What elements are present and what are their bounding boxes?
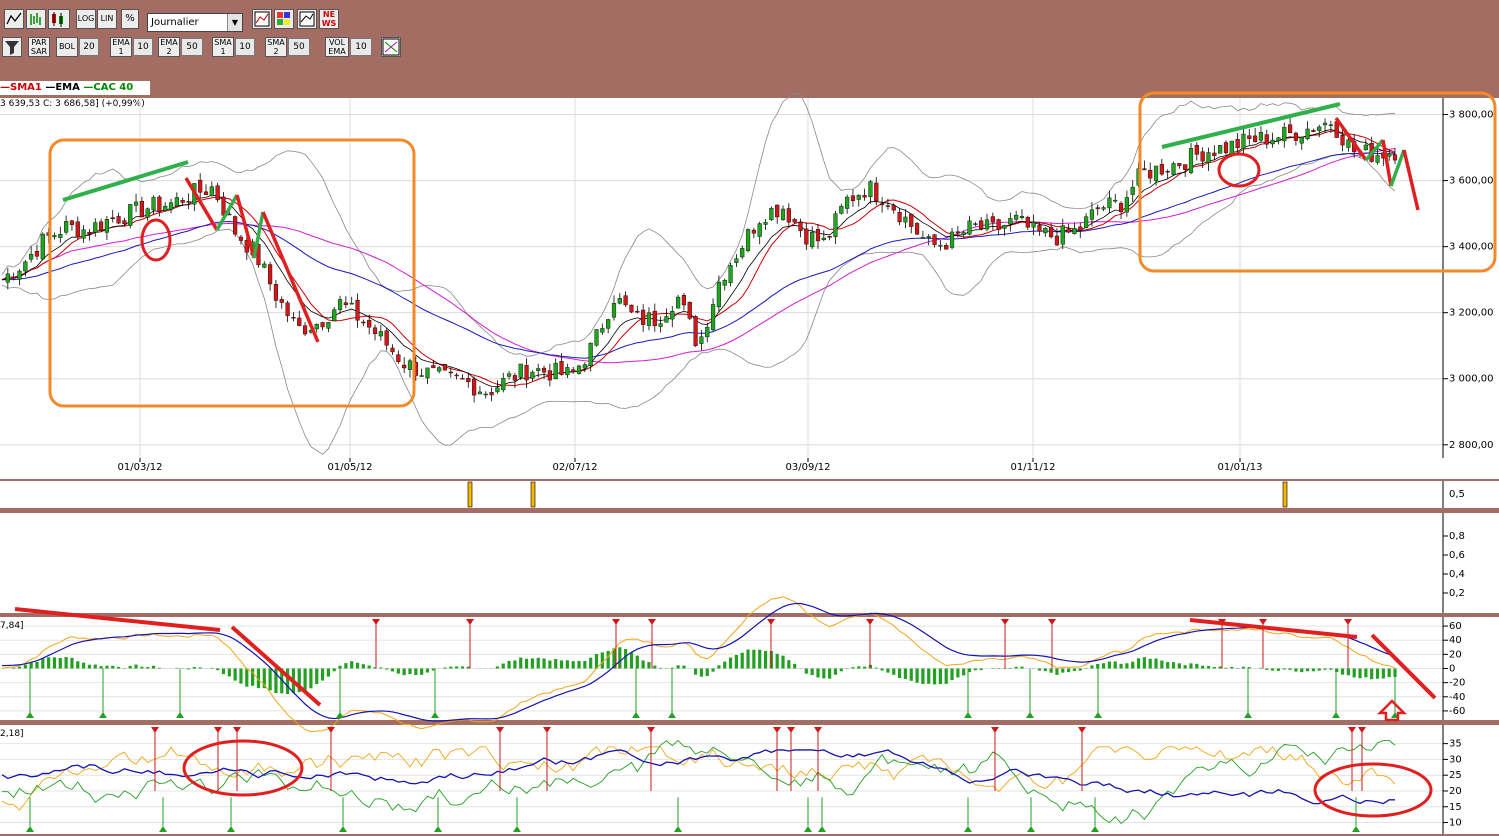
sma2-period[interactable]: 50 [288, 38, 310, 56]
toolbar-indicators: PAR SAR BOL 20 EMA 1 10 EMA 2 50 SMA 1 1… [0, 34, 1499, 60]
legend-sma1: SMA1 [10, 82, 42, 93]
indicator-button[interactable] [252, 9, 272, 29]
ema1-period[interactable]: 10 [133, 38, 153, 56]
line-chart-button[interactable] [4, 9, 24, 29]
period-select[interactable]: Journalier ▼ [147, 13, 243, 32]
date-axis [0, 458, 1499, 479]
macd-panel[interactable] [0, 617, 1499, 720]
chart-box-icon [254, 11, 270, 27]
ratio-panel[interactable] [0, 513, 1499, 613]
candlestick-icon [52, 12, 63, 27]
sma1-period[interactable]: 10 [235, 38, 255, 56]
toolbar-top: LOG LIN % Journalier ▼ NE WS [0, 4, 1499, 32]
volema-period[interactable]: 10 [350, 38, 372, 56]
compare-button[interactable] [297, 9, 317, 29]
period-value: Journalier [151, 17, 199, 28]
chevron-down-icon: ▼ [227, 14, 242, 31]
volema-button[interactable]: VOL EMA [325, 37, 349, 57]
color-button[interactable] [274, 9, 294, 29]
bol-button[interactable]: BOL [56, 37, 78, 57]
ohlc-icon [30, 13, 41, 25]
log-button[interactable]: LOG [76, 9, 96, 29]
bol-period[interactable]: 20 [79, 38, 99, 56]
dmi-panel[interactable] [0, 725, 1499, 834]
sma2-button[interactable]: SMA 2 [265, 37, 287, 57]
bar-chart-button[interactable] [26, 9, 46, 29]
legend-ema-swatch: — [45, 82, 56, 93]
lin-button[interactable]: LIN [97, 9, 117, 29]
signal-panel[interactable] [0, 481, 1499, 508]
percent-button[interactable]: % [121, 9, 139, 29]
filter-button[interactable] [2, 37, 22, 57]
legend-sma1-swatch: — [0, 82, 10, 93]
sma1-button[interactable]: SMA 1 [212, 37, 234, 57]
trend-tool-icon [382, 38, 400, 56]
filter-icon [5, 41, 19, 55]
ema2-period[interactable]: 50 [181, 38, 203, 56]
candlestick-button[interactable] [48, 9, 70, 29]
parsar-button[interactable]: PAR SAR [28, 37, 50, 57]
legend-cac: CAC 40 [93, 82, 134, 93]
ema2-button[interactable]: EMA 2 [158, 37, 180, 57]
compare-chart-icon [299, 11, 315, 27]
ema1-button[interactable]: EMA 1 [110, 37, 132, 57]
draw-tool-button[interactable] [381, 37, 401, 57]
price-panel[interactable] [0, 98, 1443, 458]
palette-icon [277, 12, 290, 25]
price-axis [1443, 98, 1499, 458]
news-button[interactable]: NE WS [319, 9, 339, 29]
line-chart-icon [6, 12, 22, 25]
legend-ema: EMA [55, 82, 80, 93]
price-readout: 3 639,53 C: 3 686,58] (+0,99%) [0, 99, 145, 109]
chart-legend: —SMA1 —EMA —CAC 40 [0, 81, 150, 95]
legend-cac-swatch: — [83, 82, 94, 93]
